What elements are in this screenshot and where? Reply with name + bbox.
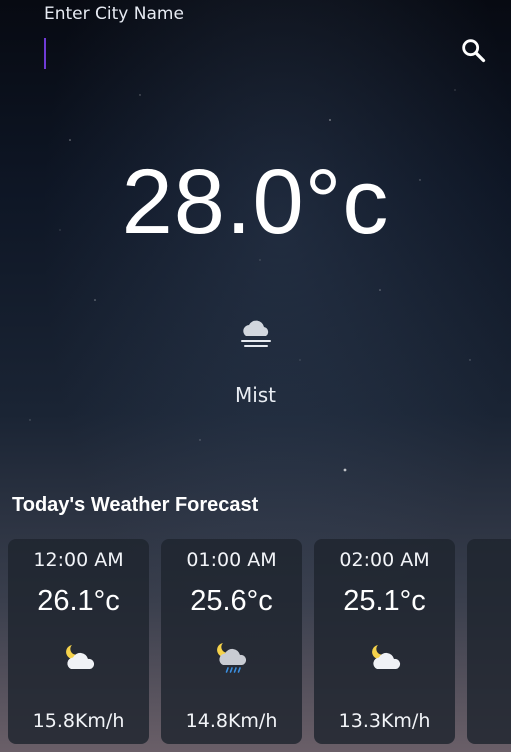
weather-condition: Mist xyxy=(234,383,277,407)
night-rain-icon xyxy=(216,643,246,673)
search-button[interactable] xyxy=(455,32,491,68)
forecast-temperature: 2 xyxy=(467,585,511,618)
forecast-time: 01:00 AM xyxy=(186,549,277,571)
forecast-temperature: 26.1°c xyxy=(37,585,120,617)
search-icon xyxy=(462,39,486,63)
forecast-wind-speed: 14.8Km/h xyxy=(185,710,278,732)
weather-screen: Enter City Name 28.0°c Mist Today's Weat… xyxy=(0,0,511,752)
forecast-wind-speed: 13 xyxy=(467,710,511,732)
forecast-time: 12:00 AM xyxy=(33,549,124,571)
forecast-temperature: 25.6°c xyxy=(190,585,273,617)
city-search-input[interactable] xyxy=(40,36,420,72)
mist-cloud-icon xyxy=(241,320,271,347)
night-partly-cloudy-icon xyxy=(371,645,400,669)
forecast-time: 02:00 AM xyxy=(339,549,430,571)
forecast-temperature: 25.1°c xyxy=(343,585,426,617)
current-temperature: 28.0°c xyxy=(121,151,390,253)
forecast-card[interactable]: 01:00 AM 25.6°c 14.8Km/h xyxy=(161,539,302,744)
forecast-wind-speed: 13.3Km/h xyxy=(338,710,431,732)
forecast-card[interactable]: 12:00 AM 26.1°c 15.8Km/h xyxy=(8,539,149,744)
forecast-wind-speed: 15.8Km/h xyxy=(32,710,125,732)
forecast-time: 03 xyxy=(467,549,511,571)
forecast-track: 12:00 AM 26.1°c 15.8Km/h 01:00 AM 25.6°c xyxy=(8,539,511,744)
forecast-card[interactable]: 03 2 13 xyxy=(467,539,511,744)
hourly-forecast-list[interactable]: 12:00 AM 26.1°c 15.8Km/h 01:00 AM 25.6°c xyxy=(8,539,511,744)
forecast-card[interactable]: 02:00 AM 25.1°c 13.3Km/h xyxy=(314,539,455,744)
text-cursor xyxy=(44,38,46,69)
city-input-label: Enter City Name xyxy=(44,4,184,24)
night-partly-cloudy-icon xyxy=(65,645,94,669)
forecast-title: Today's Weather Forecast xyxy=(12,494,259,516)
